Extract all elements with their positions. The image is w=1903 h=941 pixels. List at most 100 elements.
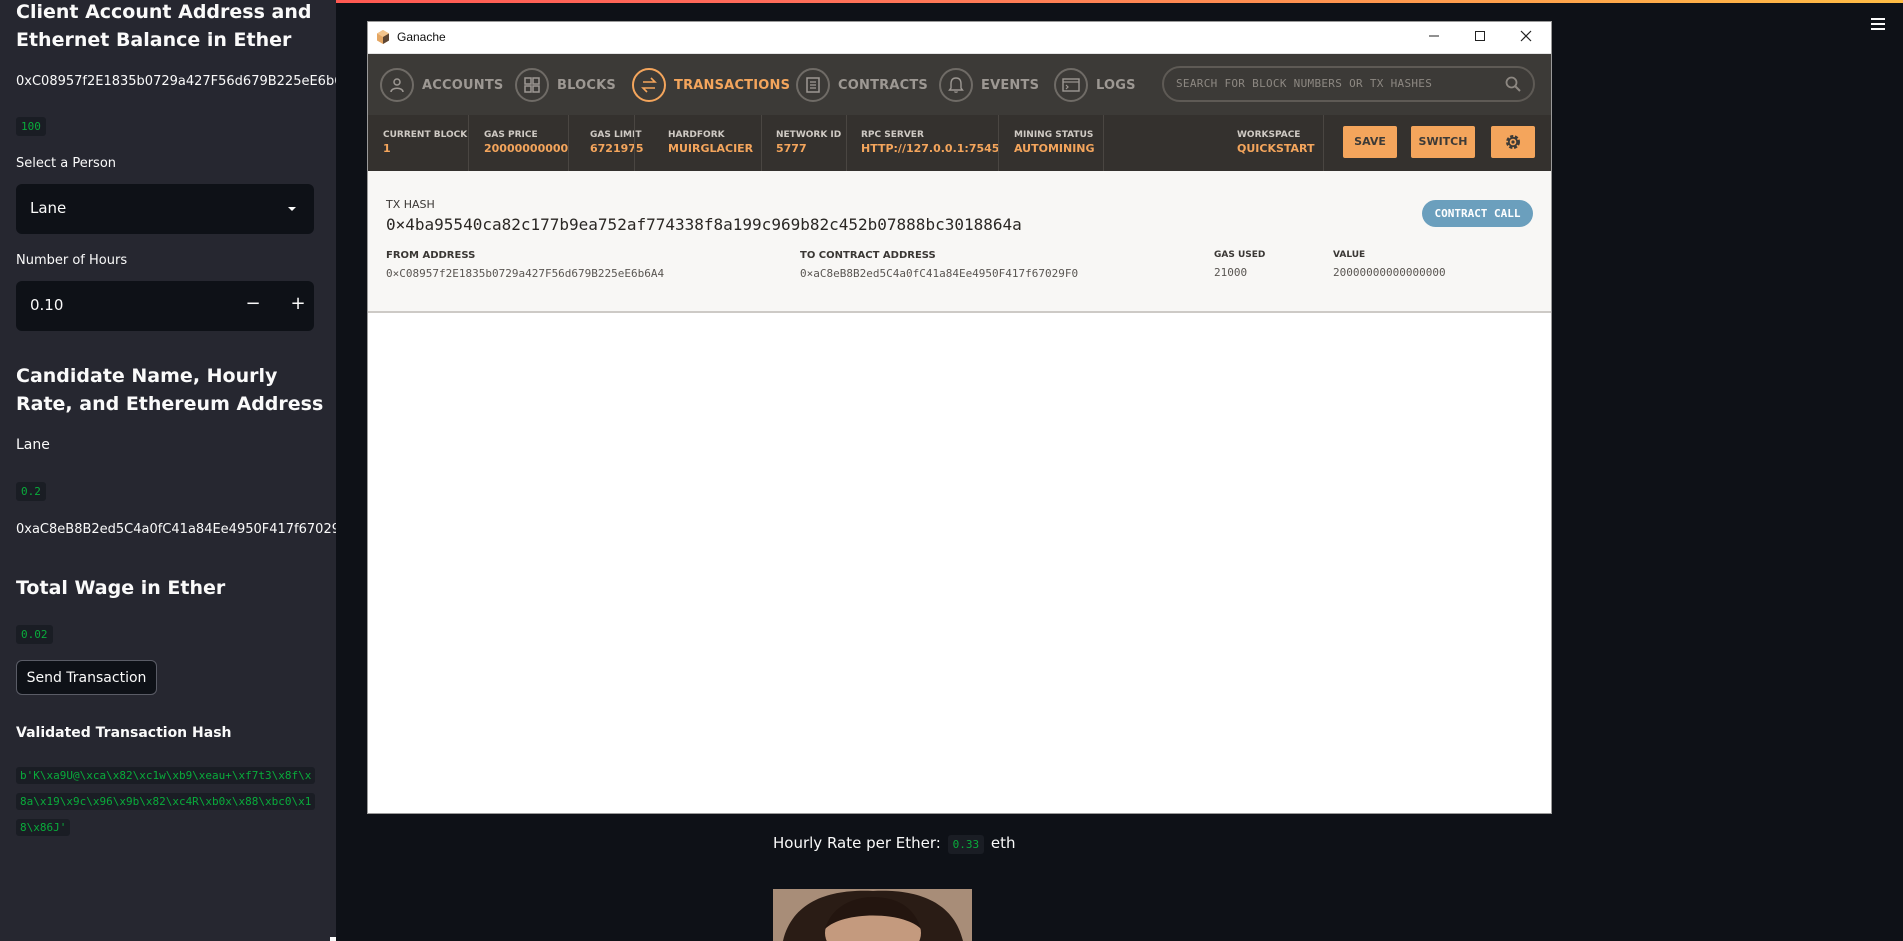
increment-button[interactable]: +: [288, 293, 308, 314]
candidate-rate-chip: 0.2: [16, 480, 46, 501]
nav-logs[interactable]: LOGS: [1054, 66, 1136, 104]
stat-mining-status-label: MINING STATUS: [1014, 130, 1094, 140]
tx-hash-label: TX HASH: [386, 198, 435, 211]
maximize-icon: [1475, 31, 1485, 41]
stat-mining-status: MINING STATUS AUTOMINING: [1014, 130, 1105, 155]
hours-number-input[interactable]: 0.10 − +: [16, 281, 314, 331]
stat-network-id-label: NETWORK ID: [776, 130, 842, 140]
hourly-rate-unit: eth: [990, 834, 1016, 852]
stat-rpc-server-label: RPC SERVER: [861, 130, 924, 140]
client-heading: Client Account Address and Ethernet Bala…: [16, 1, 312, 51]
hourly-rate-value: 0.33: [947, 835, 985, 854]
hourly-rate-label: Hourly Rate per Ether:: [773, 834, 941, 852]
validated-hash-block: b'K\xa9U@\xca\x82\xc1w\xb9\xeau+\xf7t3\x…: [16, 763, 316, 841]
close-icon: [1520, 30, 1532, 42]
chevron-down-icon: [288, 207, 296, 211]
stat-gas-price-value: 20000000000: [484, 142, 569, 155]
divider: [468, 115, 469, 171]
blocks-icon: [515, 68, 549, 102]
divider: [568, 115, 569, 171]
contracts-icon: [796, 68, 830, 102]
stat-rpc-server: RPC SERVER HTTP://127.0.0.1:7545: [861, 130, 1009, 155]
search-icon[interactable]: [1505, 76, 1521, 92]
candidate-rate: 0.2: [16, 482, 46, 501]
window-titlebar: Ganache: [368, 22, 1551, 54]
select-person-label: Select a Person: [16, 156, 117, 171]
nav-accounts-label: ACCOUNTS: [422, 77, 504, 93]
save-button[interactable]: SAVE: [1343, 126, 1397, 158]
candidate-photo: [773, 889, 972, 941]
nav-accounts[interactable]: ACCOUNTS: [380, 66, 503, 104]
nav-contracts[interactable]: CONTRACTS: [796, 66, 928, 104]
search-input[interactable]: SEARCH FOR BLOCK NUMBERS OR TX HASHES: [1176, 77, 1432, 90]
stat-gas-price-label: GAS PRICE: [484, 130, 538, 140]
hours-value[interactable]: 0.10: [30, 296, 63, 314]
nav-blocks-label: BLOCKS: [557, 77, 616, 93]
hours-label: Number of Hours: [16, 253, 128, 268]
divider: [998, 115, 999, 171]
search-bar[interactable]: SEARCH FOR BLOCK NUMBERS OR TX HASHES: [1162, 66, 1535, 102]
stat-network-id-value: 5777: [776, 142, 807, 155]
divider: [634, 115, 635, 171]
stat-mining-status-value: AUTOMINING: [1014, 142, 1095, 155]
validated-hash: b'K\xa9U@\xca\x82\xc1w\xb9\xeau+\xf7t3\x…: [16, 767, 316, 836]
person-select[interactable]: Lane: [16, 184, 314, 234]
nav-blocks[interactable]: BLOCKS: [515, 66, 616, 104]
nav-logs-label: LOGS: [1096, 77, 1136, 93]
divider: [761, 115, 762, 171]
minimize-button[interactable]: [1411, 22, 1457, 53]
stat-network-id: NETWORK ID 5777: [776, 130, 851, 155]
candidate-name: Lane: [16, 437, 50, 453]
screen: Client Account Address and Ethernet Bala…: [0, 0, 1903, 941]
gear-icon: [1506, 135, 1520, 149]
balance-chip: 100: [16, 115, 46, 136]
logs-icon: [1054, 68, 1088, 102]
decrement-button[interactable]: −: [243, 293, 263, 314]
to-contract-address: 0×aC8eB8B2ed5C4a0fC41a84Ee4950F417f67029…: [800, 267, 1079, 280]
gas-used-label: GAS USED: [1214, 250, 1266, 260]
nav-contracts-label: CONTRACTS: [838, 77, 928, 93]
switch-button[interactable]: SWITCH: [1411, 126, 1475, 158]
stat-current-block: CURRENT BLOCK 1: [383, 130, 477, 155]
stat-rpc-server-value: HTTP://127.0.0.1:7545: [861, 142, 1000, 155]
stat-hardfork: HARDFORK MUIRGLACIER: [668, 130, 763, 155]
ganache-window: Ganache ACCOUNTS BLOCKS TRANSACTIONS CON…: [368, 22, 1551, 813]
stat-hardfork-label: HARDFORK: [668, 130, 725, 140]
sidebar: Client Account Address and Ethernet Bala…: [0, 0, 336, 941]
stat-gas-limit-value: 6721975: [590, 142, 644, 155]
tx-hash: 0×4ba95540ca82c177b9ea752af774338f8a199c…: [386, 215, 1022, 234]
contract-call-badge: CONTRACT CALL: [1422, 200, 1533, 227]
wage-value: 0.02: [16, 625, 53, 644]
minimize-icon: [1429, 35, 1439, 37]
wage-heading: Total Wage in Ether: [16, 577, 226, 599]
menu-icon[interactable]: [1871, 18, 1885, 30]
divider: [1323, 115, 1324, 171]
close-button[interactable]: [1503, 22, 1549, 53]
events-icon: [939, 68, 973, 102]
stat-current-block-value: 1: [383, 142, 391, 155]
client-address: 0xC08957f2E1835b0729a427F56d679B225eE6b6…: [16, 74, 336, 89]
wage-chip: 0.02: [16, 623, 53, 644]
transaction-detail: TX HASH 0×4ba95540ca82c177b9ea752af77433…: [368, 171, 1551, 313]
hourly-rate-line: Hourly Rate per Ether: 0.33 eth: [773, 834, 1016, 854]
candidate-photo-image: [773, 889, 972, 941]
nav-transactions[interactable]: TRANSACTIONS: [632, 66, 790, 104]
maximize-button[interactable]: [1457, 22, 1503, 53]
nav-transactions-label: TRANSACTIONS: [674, 77, 791, 93]
settings-button[interactable]: [1491, 126, 1535, 158]
person-select-value: Lane: [30, 199, 67, 217]
divider: [846, 115, 847, 171]
divider: [1103, 115, 1104, 171]
stat-gas-price: GAS PRICE 20000000000: [484, 130, 578, 155]
stat-gas-limit-label: GAS LIMIT: [590, 130, 642, 140]
nav-events-label: EVENTS: [981, 77, 1040, 93]
ganache-logo-icon: [377, 30, 389, 44]
ganache-navbar: ACCOUNTS BLOCKS TRANSACTIONS CONTRACTS E…: [368, 54, 1551, 115]
nav-events[interactable]: EVENTS: [939, 66, 1039, 104]
gas-used: 21000: [1214, 266, 1248, 279]
window-title: Ganache: [397, 30, 446, 44]
balance-value: 100: [16, 117, 46, 136]
sidebar-resize-handle[interactable]: [330, 937, 336, 941]
stat-workspace: WORKSPACE QUICKSTART: [1237, 130, 1325, 155]
send-transaction-button[interactable]: Send Transaction: [16, 660, 157, 695]
